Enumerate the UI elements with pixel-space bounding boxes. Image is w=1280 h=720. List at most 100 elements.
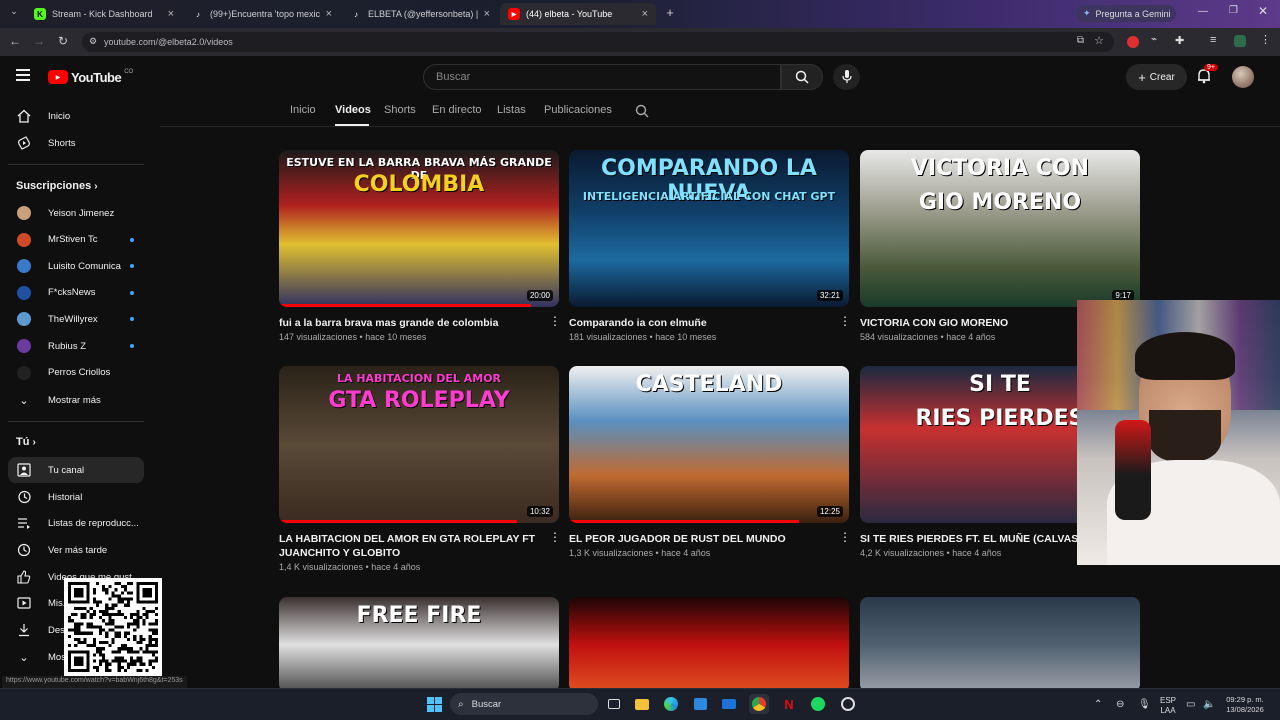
channel-tab[interactable]: Shorts	[384, 104, 416, 116]
file-explorer-icon[interactable]	[632, 694, 652, 714]
sidebar-subscription-item[interactable]: F*cksNews	[8, 280, 144, 306]
store-icon[interactable]	[690, 694, 710, 714]
video-thumbnail[interactable]	[860, 597, 1140, 692]
hamburger-menu-icon[interactable]	[16, 69, 30, 81]
app-icon[interactable]	[838, 694, 858, 714]
tray-app-icon[interactable]: ⊖	[1116, 700, 1124, 710]
task-view-icon[interactable]	[604, 694, 624, 714]
channel-tab[interactable]: Publicaciones	[544, 104, 612, 116]
sidebar-subscription-item[interactable]: Perros Criollos	[8, 360, 144, 386]
video-card[interactable]	[569, 597, 849, 692]
subscriptions-heading[interactable]: Suscripciones ›	[16, 180, 98, 192]
reload-icon[interactable]: ↻	[55, 34, 71, 48]
sidebar-item-inicio[interactable]: Inicio	[8, 103, 144, 129]
browser-tab-tiktok-profile[interactable]: ♪ ELBETA (@yeffersonbeta) | TikT ×	[342, 3, 498, 25]
taskbar-search[interactable]: ⌕ Buscar	[450, 693, 598, 715]
close-icon[interactable]: ×	[168, 8, 174, 20]
sidebar-subscription-item[interactable]: TheWillyrex	[8, 306, 144, 332]
more-options-icon[interactable]: ⋮	[839, 315, 851, 327]
sidebar-subscription-item[interactable]: MrStiven Tc	[8, 227, 144, 253]
edge-icon[interactable]	[661, 694, 681, 714]
minimize-icon[interactable]: —	[1198, 6, 1208, 17]
video-card[interactable]: FREE FIRE	[279, 597, 559, 692]
clock[interactable]: 09:29 p. m. 13/08/2026	[1222, 695, 1268, 715]
account-avatar[interactable]	[1232, 66, 1254, 88]
close-icon[interactable]: ×	[326, 8, 332, 20]
profile-icon[interactable]	[1234, 35, 1246, 47]
more-options-icon[interactable]: ⋮	[549, 315, 561, 327]
video-card[interactable]: CASTELAND 12:25 EL PEOR JUGADOR DE RUST DE…	[569, 366, 851, 566]
more-options-icon[interactable]: ⋮	[839, 531, 851, 543]
search-button[interactable]	[781, 64, 823, 90]
channel-tab[interactable]: Listas	[497, 104, 526, 116]
video-thumbnail[interactable]: FREE FIRE	[279, 597, 559, 692]
sidebar-item-shorts[interactable]: Shorts	[8, 130, 144, 156]
create-button[interactable]: + Crear	[1126, 64, 1187, 90]
mail-icon[interactable]	[719, 694, 739, 714]
browser-menu-icon[interactable]: ⋮	[1260, 33, 1271, 46]
gemini-button[interactable]: ✦ Pregunta a Gemini	[1076, 5, 1176, 22]
video-thumbnail[interactable]: COMPARANDO LA NUEVA INTELIGENCIA ARTIFICI…	[569, 150, 849, 307]
windows-start-icon[interactable]	[424, 694, 444, 714]
video-title[interactable]: EL PEOR JUGADOR DE RUST DEL MUNDO	[569, 532, 831, 546]
close-icon[interactable]: ×	[642, 8, 648, 20]
chrome-icon[interactable]	[749, 694, 769, 714]
browser-tab-youtube[interactable]: ▶ (44) elbeta - YouTube ×	[500, 3, 656, 25]
site-info-icon[interactable]: ⚙	[89, 36, 97, 47]
extension-icon[interactable]	[1127, 36, 1139, 48]
tray-mic-icon[interactable]: 🎙	[1138, 700, 1151, 710]
sidebar-subscription-item[interactable]: Rubius Z	[8, 333, 144, 359]
tab-label: (99+)Encuentra 'topo mexicano'	[210, 9, 320, 19]
youtube-logo[interactable]: ▶ YouTube CO	[48, 69, 133, 85]
show-more-button[interactable]: ⌄ Mostrar más	[8, 387, 144, 413]
new-tab-button[interactable]: +	[662, 5, 678, 21]
video-title[interactable]: fui a la barra brava mas grande de colom…	[279, 316, 541, 330]
sidebar-item-playlists[interactable]: Listas de reproducc...	[8, 510, 144, 536]
video-title[interactable]: Comparando ia con elmuñe	[569, 316, 831, 330]
video-card[interactable]: COMPARANDO LA NUEVA INTELIGENCIA ARTIFICI…	[569, 150, 851, 350]
video-card[interactable]	[860, 597, 1140, 692]
forward-icon[interactable]: →	[31, 34, 47, 48]
sidebar-item-watch-later[interactable]: Ver más tarde	[8, 537, 144, 563]
more-options-icon[interactable]: ⋮	[549, 531, 561, 543]
volume-icon[interactable]: 🔈	[1203, 700, 1215, 710]
netflix-icon[interactable]: N	[779, 694, 799, 714]
sidebar-subscription-item[interactable]: Yeison Jimenez	[8, 200, 144, 226]
video-thumbnail[interactable]	[569, 597, 849, 692]
channel-search-icon[interactable]	[635, 104, 649, 123]
spotify-icon[interactable]	[808, 694, 828, 714]
tray-chevron-icon[interactable]: ⌃	[1094, 700, 1102, 710]
back-icon[interactable]: ←	[7, 34, 23, 48]
close-icon[interactable]: ×	[484, 8, 490, 20]
tab-search-icon[interactable]: ⌄	[6, 6, 22, 22]
video-thumbnail[interactable]: CASTELAND 12:25	[569, 366, 849, 523]
search-input[interactable]: Buscar	[423, 64, 781, 90]
link-extension-icon[interactable]: ⌁	[1151, 34, 1157, 45]
network-icon[interactable]: ▭	[1186, 700, 1195, 710]
sidebar-item-tu-canal[interactable]: Tu canal	[8, 457, 144, 483]
video-title[interactable]: LA HABITACION DEL AMOR EN GTA ROLEPLAY F…	[279, 532, 541, 560]
sidebar-item-historial[interactable]: Historial	[8, 484, 144, 510]
video-thumbnail[interactable]: LA HABITACION DEL AMOR GTA ROLEPLAY 10:32	[279, 366, 559, 523]
you-heading[interactable]: Tú ›	[16, 436, 36, 448]
video-thumbnail[interactable]: ESTUVE EN LA BARRA BRAVA MÁS GRANDE DE CO…	[279, 150, 559, 307]
channel-tab[interactable]: Inicio	[290, 104, 316, 116]
bookmark-star-icon[interactable]: ☆	[1094, 34, 1104, 47]
channel-tab[interactable]: Videos	[335, 104, 371, 116]
video-card[interactable]: LA HABITACION DEL AMOR GTA ROLEPLAY 10:32 L…	[279, 366, 561, 572]
video-thumbnail[interactable]: VICTORIA CON GIO MORENO 9:17	[860, 150, 1140, 307]
video-card[interactable]: ESTUVE EN LA BARRA BRAVA MÁS GRANDE DE CO…	[279, 150, 561, 350]
tab-list-icon[interactable]: ≡	[1210, 34, 1216, 46]
sidebar-subscription-item[interactable]: Luisito Comunica	[8, 253, 144, 279]
language-indicator[interactable]: ESP LAA	[1156, 696, 1180, 716]
channel-tab[interactable]: En directo	[432, 104, 482, 116]
close-window-icon[interactable]: ✕	[1258, 4, 1268, 18]
browser-tab-tiktok-search[interactable]: ♪ (99+)Encuentra 'topo mexicano' ×	[184, 3, 340, 25]
puzzle-extensions-icon[interactable]: ✚	[1175, 34, 1184, 47]
browser-tab-kick[interactable]: K Stream - Kick Dashboard ×	[26, 3, 182, 25]
notifications-button[interactable]: 9+	[1196, 64, 1218, 86]
voice-search-button[interactable]	[833, 64, 860, 90]
install-icon[interactable]: ⧉	[1077, 35, 1084, 46]
restore-icon[interactable]: ❐	[1229, 5, 1238, 16]
url-bar[interactable]: ⚙ youtube.com/@elbeta2.0/videos ⧉ ☆	[82, 32, 1114, 52]
